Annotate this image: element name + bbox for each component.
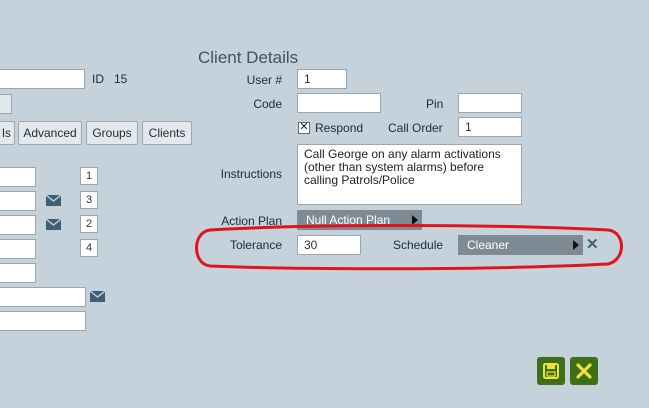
instructions-textarea[interactable]: Call George on any alarm activations (ot… [297, 144, 522, 205]
tab-clients[interactable]: Clients [142, 121, 192, 145]
pin-input[interactable] [458, 93, 522, 113]
id-value: 15 [114, 72, 128, 86]
order-number[interactable]: 4 [80, 239, 98, 257]
highlight-ring [195, 224, 623, 271]
tab-groups[interactable]: Groups [86, 121, 138, 145]
respond-label: Respond [315, 121, 364, 135]
contact-field-2[interactable] [0, 191, 36, 211]
contact-field-1[interactable] [0, 167, 36, 187]
code-label: Code [253, 97, 282, 111]
envelope-icon[interactable] [46, 195, 61, 206]
tab-advanced[interactable]: Advanced [18, 121, 82, 145]
respond-checkbox[interactable]: ✕ [298, 122, 310, 134]
order-number[interactable]: 2 [80, 215, 98, 233]
instructions-label: Instructions [220, 167, 282, 181]
page-title: Client Details [198, 48, 299, 67]
tab-details[interactable]: ls [0, 121, 15, 145]
code-input[interactable] [297, 93, 381, 113]
cancel-icon [576, 363, 592, 379]
order-number[interactable]: 1 [80, 167, 98, 185]
save-icon [543, 363, 559, 379]
envelope-icon[interactable] [46, 219, 61, 230]
name-input[interactable] [0, 69, 85, 89]
contact-field-3[interactable] [0, 215, 36, 235]
user-number-input[interactable]: 1 [297, 69, 347, 89]
cancel-button[interactable] [570, 357, 598, 385]
save-button[interactable] [537, 357, 565, 385]
order-number[interactable]: 3 [80, 191, 98, 209]
left-partial-button[interactable] [0, 94, 12, 114]
id-label: ID [92, 72, 104, 86]
pin-label: Pin [426, 97, 444, 111]
call-order-label: Call Order [388, 121, 443, 135]
call-order-input[interactable]: 1 [458, 117, 522, 137]
user-number-label: User # [246, 73, 282, 87]
envelope-icon[interactable] [90, 291, 105, 302]
contact-field-7[interactable] [0, 311, 86, 331]
contact-field-4[interactable] [0, 239, 36, 259]
contact-field-6[interactable] [0, 287, 86, 307]
contact-field-5[interactable] [0, 263, 36, 283]
